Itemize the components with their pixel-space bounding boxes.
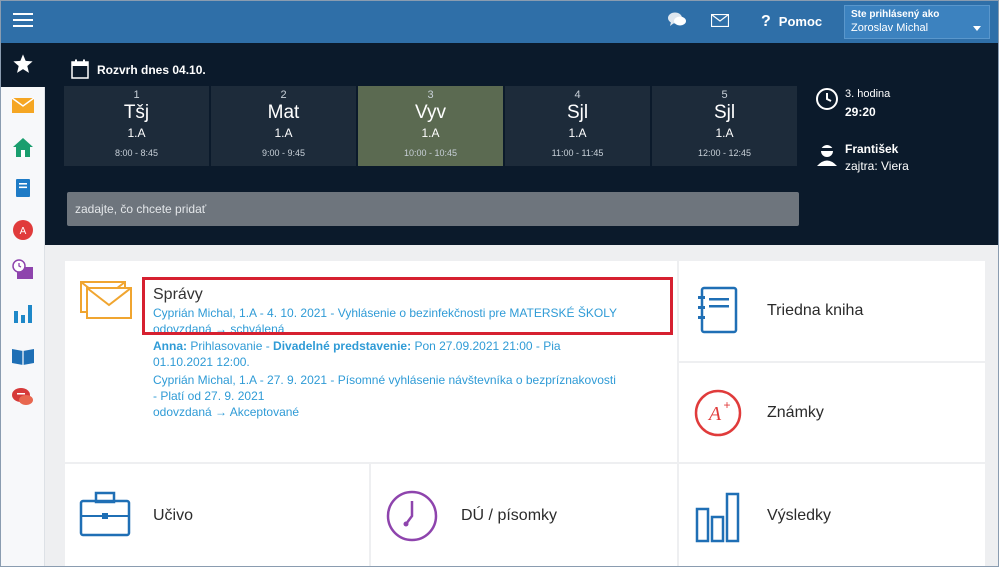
book-icon (16, 179, 30, 197)
timetable-panel: Rozvrh dnes 04.10. 1 Tšj 1.A 8:00 - 8:45… (45, 43, 998, 245)
grades-label: Známky (767, 404, 824, 421)
message-item-3[interactable]: Cyprián Michal, 1.A - 27. 9. 2021 - Píso… (153, 372, 673, 420)
current-hour-box: 3. hodina 29:20 (815, 87, 890, 119)
lesson-time: 8:00 - 8:45 (114, 148, 159, 158)
sidebar: A (1, 43, 45, 566)
svg-text:A: A (707, 403, 722, 425)
message-3-validity: - Platí od 27. 9. 2021 (153, 389, 265, 403)
message-2-text: Prihlasovanie - (187, 339, 274, 353)
lesson-time: 11:00 - 11:45 (551, 148, 604, 158)
clock-purple-icon (386, 490, 438, 542)
schedule-title: Rozvrh dnes 04.10. (97, 63, 206, 77)
lesson-number: 5 (721, 89, 728, 101)
lesson-subject: Vyv (415, 102, 446, 123)
sidebar-item-home[interactable] (11, 135, 35, 159)
briefcase-icon (79, 491, 131, 537)
lesson-time: 9:00 - 9:45 (261, 148, 306, 158)
message-2-sender: Anna: (153, 339, 187, 353)
homework-label: DÚ / písomky (461, 507, 558, 524)
sidebar-item-chat[interactable] (11, 385, 35, 409)
lesson-number: 3 (427, 89, 434, 101)
user-name: Zoroslav Michal (851, 22, 929, 34)
lesson-number: 4 (574, 89, 581, 101)
sidebar-item-messages[interactable] (11, 93, 35, 117)
countdown: 29:20 (845, 105, 876, 119)
mail-icon[interactable] (711, 14, 729, 27)
lesson-1[interactable]: 1 Tšj 1.A 8:00 - 8:45 (64, 86, 209, 166)
sidebar-item-curriculum[interactable] (11, 343, 35, 367)
sidebar-item-grades[interactable]: A (11, 218, 35, 242)
help-button[interactable]: ? Pomoc (761, 13, 822, 31)
name-day-today: František (845, 142, 899, 156)
help-label: Pomoc (778, 14, 823, 29)
results-label: Výsledky (767, 507, 832, 524)
quick-add-input[interactable] (67, 192, 799, 226)
sidebar-item-schedule[interactable] (11, 258, 35, 282)
schedule-icon (12, 259, 33, 279)
lesson-time: 10:00 - 10:45 (403, 148, 458, 158)
message-2-date: Pon 27.09.2021 21:00 - Pia (411, 339, 561, 353)
sidebar-item-favorites[interactable] (1, 43, 45, 87)
current-hour: 3. hodina (845, 88, 891, 100)
lesson-class: 1.A (568, 126, 587, 140)
lesson-5[interactable]: 5 Sjl 1.A 12:00 - 12:45 (652, 86, 797, 166)
class-book-label: Triedna kniha (767, 302, 864, 319)
sidebar-item-results[interactable] (11, 301, 35, 325)
lesson-4[interactable]: 4 Sjl 1.A 11:00 - 11:45 (505, 86, 650, 166)
lesson-2[interactable]: 2 Mat 1.A 9:00 - 9:45 (211, 86, 356, 166)
top-bar: ? Pomoc Ste prihlásený ako Zoroslav Micha… (1, 1, 998, 43)
svg-text:+: + (723, 398, 730, 412)
lesson-subject: Sjl (713, 102, 736, 123)
lesson-time: 12:00 - 12:45 (697, 148, 752, 158)
calendar-icon (71, 59, 89, 79)
message-2-date-end: 01.10.2021 12:00. (153, 355, 250, 369)
curriculum-label: Učivo (153, 507, 194, 524)
lesson-class: 1.A (421, 126, 440, 140)
chart-icon (14, 305, 32, 323)
name-day-tomorrow: zajtra: Viera (845, 159, 909, 173)
app-frame: ? Pomoc Ste prihlásený ako Zoroslav Micha… (0, 0, 999, 567)
message-item-2[interactable]: Anna: Prihlasovanie - Divadelné predstav… (153, 338, 673, 370)
lesson-subject: Tšj (123, 102, 150, 123)
name-day-box: František zajtra: Viera (815, 141, 909, 173)
clock-icon (816, 88, 838, 110)
lesson-number: 1 (133, 89, 140, 101)
grade-a-plus-icon: A + (694, 389, 742, 437)
message-3-subject: Cyprián Michal, 1.A - 27. 9. 2021 - Píso… (153, 373, 616, 387)
star-icon (13, 54, 33, 73)
question-icon: ? (761, 13, 771, 30)
home-icon (13, 138, 33, 157)
chat-icon[interactable] (667, 11, 687, 29)
grade-icon: A (13, 220, 33, 240)
chat-bubbles-icon (12, 388, 33, 405)
lesson-3-current[interactable]: 3 Vyv 1.A 10:00 - 10:45 (358, 86, 503, 166)
sidebar-item-class-book[interactable] (11, 176, 35, 200)
menu-icon[interactable] (13, 13, 33, 29)
lesson-subject: Sjl (566, 102, 589, 123)
lesson-class: 1.A (715, 126, 734, 140)
user-menu[interactable]: Ste prihlásený ako Zoroslav Michal (844, 5, 990, 39)
lesson-class: 1.A (127, 126, 146, 140)
lesson-subject: Mat (267, 102, 300, 123)
bar-chart-icon (695, 492, 740, 543)
message-3-status: odovzdaná → Akceptované (153, 405, 300, 419)
notebook-icon (698, 286, 738, 334)
message-2-event: Divadelné predstavenie: (273, 339, 412, 353)
chevron-down-icon (973, 26, 981, 31)
user-caption: Ste prihlásený ako (851, 9, 940, 20)
envelopes-icon (80, 281, 132, 319)
envelope-icon (11, 97, 35, 113)
highlight-box (142, 277, 673, 335)
person-icon (817, 145, 837, 166)
open-book-icon (12, 349, 34, 365)
lesson-number: 2 (280, 89, 287, 101)
svg-text:A: A (20, 226, 27, 237)
lesson-class: 1.A (274, 126, 293, 140)
